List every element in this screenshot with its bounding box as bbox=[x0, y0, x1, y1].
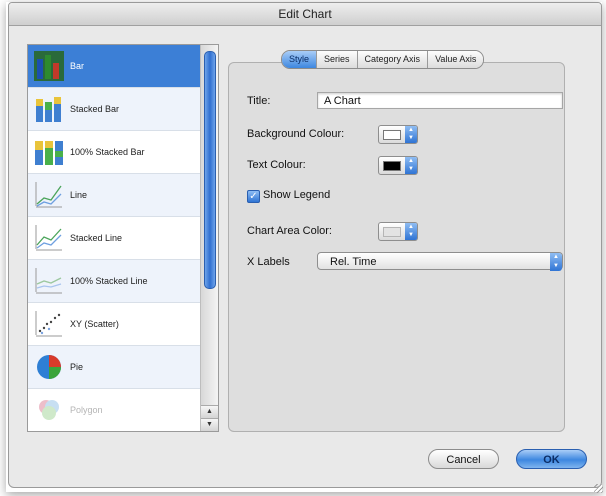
background-colour-swatch bbox=[383, 130, 401, 140]
settings-panel bbox=[228, 62, 565, 432]
tab-style[interactable]: Style bbox=[282, 51, 318, 68]
percent-stacked-line-icon bbox=[35, 268, 62, 294]
show-legend-label: Show Legend bbox=[263, 189, 331, 201]
chart-type-label: Stacked Bar bbox=[70, 104, 120, 114]
chevron-updown-icon: ▲ ▼ bbox=[405, 126, 417, 143]
tab-category-axis[interactable]: Category Axis bbox=[357, 51, 429, 68]
ok-button[interactable]: OK bbox=[516, 449, 587, 469]
background-colour-label: Background Colour: bbox=[247, 128, 345, 140]
chart-type-scrollbar[interactable]: ▲ ▼ bbox=[200, 45, 218, 431]
text-colour-picker[interactable]: ▲ ▼ bbox=[378, 156, 418, 175]
chart-type-label: 100% Stacked Line bbox=[70, 276, 148, 286]
chart-area-color-picker[interactable]: ▲ ▼ bbox=[378, 222, 418, 241]
tab-value-axis[interactable]: Value Axis bbox=[428, 51, 484, 68]
scrollbar-thumb[interactable] bbox=[204, 51, 216, 289]
chevron-updown-icon: ▲ ▼ bbox=[405, 223, 417, 240]
chart-type-100-stacked-bar[interactable]: 100% Stacked Bar bbox=[28, 131, 200, 174]
title-input[interactable]: A Chart bbox=[317, 92, 563, 109]
chart-type-stacked-line[interactable]: Stacked Line bbox=[28, 217, 200, 260]
chart-area-color-swatch bbox=[383, 227, 401, 237]
title-label: Title: bbox=[247, 95, 271, 107]
dialog-title: Edit Chart bbox=[9, 3, 601, 26]
cancel-button[interactable]: Cancel bbox=[428, 449, 499, 469]
stacked-bar-icon bbox=[36, 97, 61, 122]
percent-stacked-bar-icon bbox=[35, 141, 63, 165]
x-labels-select[interactable]: Rel. Time ▲ ▼ bbox=[317, 252, 563, 271]
pie-chart-icon bbox=[37, 355, 61, 379]
chart-type-line[interactable]: Line bbox=[28, 174, 200, 217]
chart-type-label: Line bbox=[70, 190, 88, 200]
bar-chart-icon bbox=[34, 51, 64, 81]
chart-area-color-label: Chart Area Color: bbox=[247, 225, 332, 237]
chart-type-label: Bar bbox=[70, 61, 85, 71]
show-legend-checkbox[interactable]: ✓ bbox=[247, 190, 260, 203]
text-colour-label: Text Colour: bbox=[247, 159, 306, 171]
chart-type-label: XY (Scatter) bbox=[70, 319, 119, 329]
x-labels-value: Rel. Time bbox=[330, 256, 377, 268]
chart-type-list[interactable]: Bar Stacked Bar 100% Stacked Bar Line St… bbox=[27, 44, 219, 432]
chart-type-label: Polygon bbox=[70, 405, 103, 415]
chart-type-polygon[interactable]: Polygon bbox=[28, 389, 200, 431]
line-chart-icon bbox=[35, 182, 62, 208]
chart-type-label: Pie bbox=[70, 362, 84, 372]
scroll-up-arrow-icon[interactable]: ▲ bbox=[201, 405, 218, 418]
chart-type-stacked-bar[interactable]: Stacked Bar bbox=[28, 88, 200, 131]
text-colour-swatch bbox=[383, 161, 401, 171]
background-colour-picker[interactable]: ▲ ▼ bbox=[378, 125, 418, 144]
chart-type-100-stacked-line[interactable]: 100% Stacked Line bbox=[28, 260, 200, 303]
scatter-chart-icon bbox=[35, 311, 62, 337]
resize-grip-icon[interactable] bbox=[594, 484, 603, 493]
chart-type-pie[interactable]: Pie bbox=[28, 346, 200, 389]
chart-type-label: Stacked Line bbox=[70, 233, 123, 243]
chevron-updown-icon: ▲ ▼ bbox=[550, 253, 562, 271]
chart-type-label: 100% Stacked Bar bbox=[70, 147, 145, 157]
polygon-chart-icon bbox=[39, 400, 59, 420]
stacked-line-icon bbox=[35, 225, 62, 251]
tab-series[interactable]: Series bbox=[317, 51, 358, 68]
chevron-updown-icon: ▲ ▼ bbox=[405, 157, 417, 174]
x-labels-label: X Labels bbox=[247, 256, 290, 268]
scroll-down-arrow-icon[interactable]: ▼ bbox=[201, 418, 218, 431]
chart-type-bar[interactable]: Bar bbox=[28, 45, 200, 88]
settings-tabs: Style Series Category Axis Value Axis bbox=[281, 50, 485, 69]
chart-type-xy-scatter[interactable]: XY (Scatter) bbox=[28, 303, 200, 346]
